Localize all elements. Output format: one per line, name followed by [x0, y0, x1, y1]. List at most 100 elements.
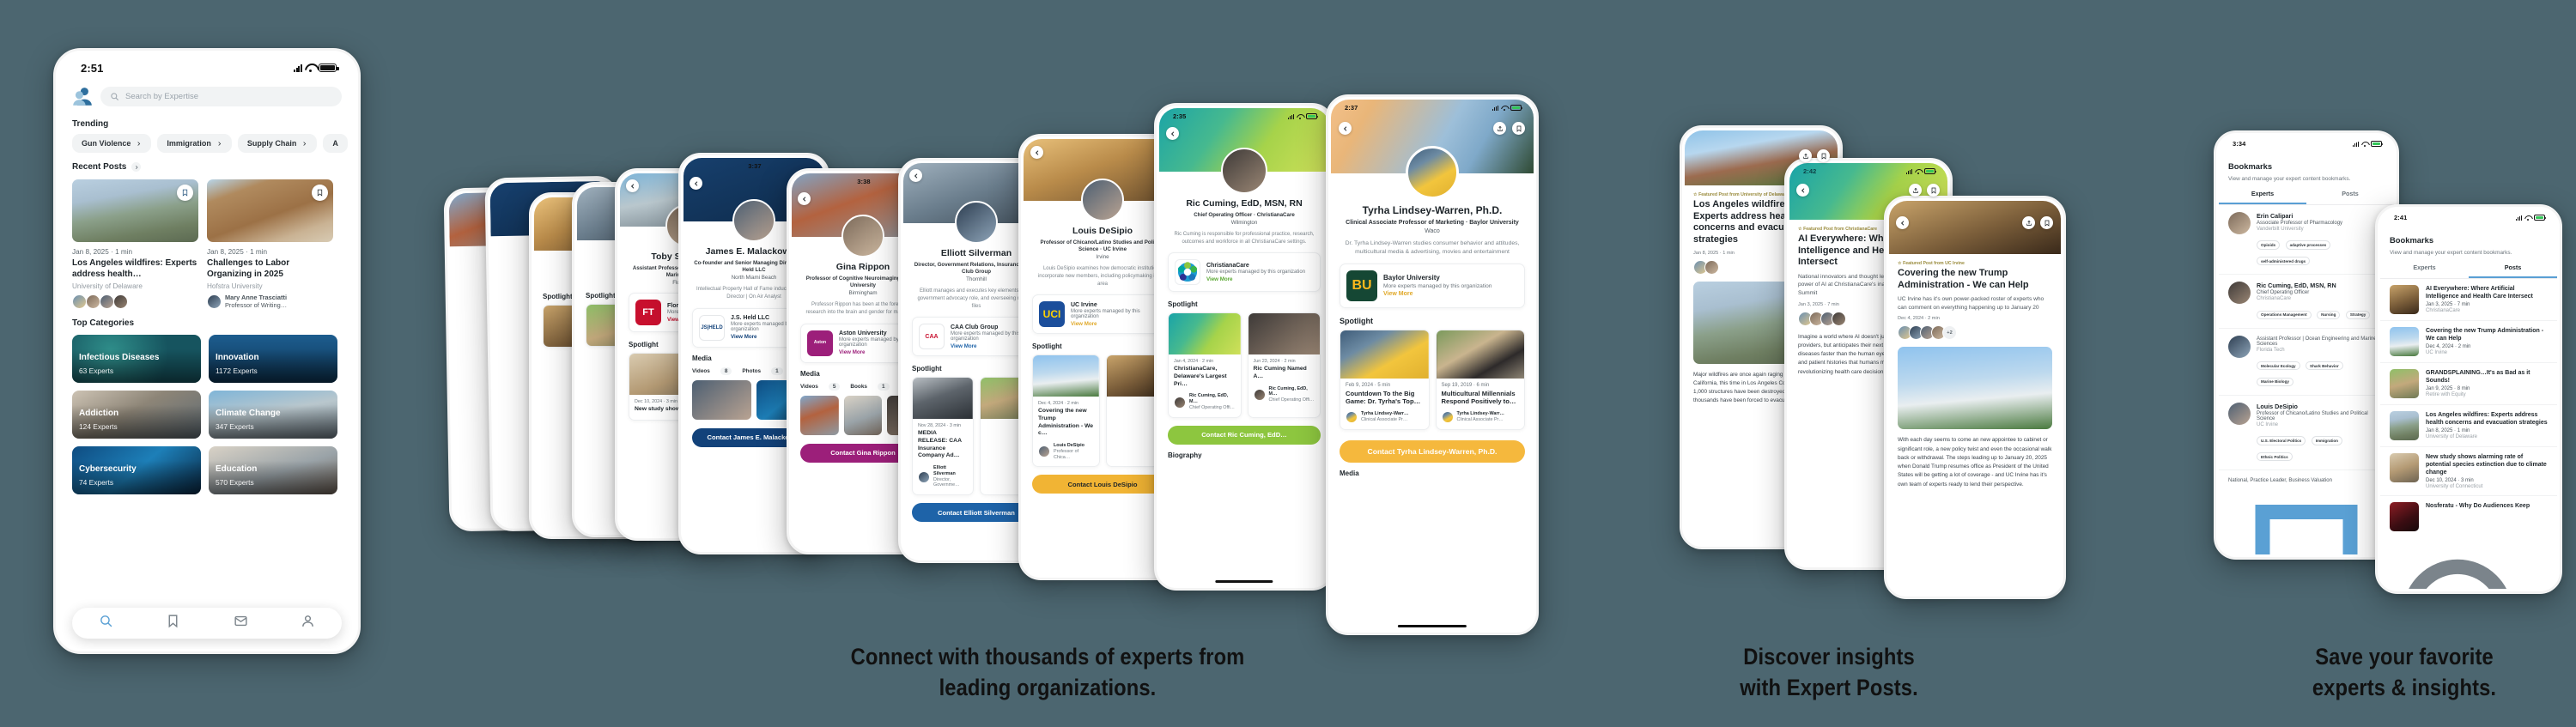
back-button[interactable]	[1030, 146, 1043, 159]
tab-messages[interactable]	[234, 614, 248, 633]
media-thumbnail[interactable]	[843, 395, 883, 435]
org-card[interactable]: ChristianaCare More experts managed by t…	[1168, 252, 1321, 293]
category-card[interactable]: Education 570 Experts	[209, 446, 337, 495]
avatar	[732, 199, 775, 242]
bookmark-button[interactable]	[312, 185, 328, 201]
bookmark-button[interactable]	[177, 185, 193, 201]
category-label: Addiction 124 Experts	[79, 409, 118, 433]
status-icons	[1492, 105, 1523, 111]
tag[interactable]: Ethnic Politics	[2257, 451, 2293, 462]
list-item[interactable]: Sep 19, 2019 · 6 min Multicultural Mille…	[1435, 329, 1525, 430]
back-button[interactable]	[626, 179, 639, 192]
list-item[interactable]: Assistant Professor | Ocean Engineering …	[2219, 329, 2394, 396]
list-item[interactable]: Jan 8, 2025 · 1 min Challenges to Labor …	[207, 179, 333, 310]
list-item[interactable]: Jan 4, 2024 · 2 min ChristianaCare, Dela…	[1168, 312, 1242, 418]
category-label: Innovation 1172 Experts	[216, 353, 259, 378]
category-label: Infectious Diseases 63 Experts	[79, 353, 159, 378]
share-button[interactable]	[1493, 122, 1506, 135]
tag[interactable]: self-administered drugs	[2257, 257, 2311, 266]
tag[interactable]: Operations Management	[2257, 310, 2312, 319]
tag[interactable]: Strategy	[2345, 310, 2371, 319]
list-item[interactable]: Louis DeSipio Professor of Chicano/Latin…	[2219, 396, 2394, 471]
recent-posts-more-button[interactable]	[131, 162, 142, 172]
trending-chip[interactable]: Immigration	[157, 134, 232, 153]
tab-profile[interactable]	[301, 614, 315, 633]
bookmarks-tabs: Experts Posts	[2219, 190, 2394, 205]
avatar	[1221, 148, 1267, 194]
list-item[interactable]: Jan 8, 2025 · 1 min Los Angeles wildfire…	[72, 179, 198, 309]
back-button[interactable]	[690, 177, 702, 190]
post-thumbnail	[1340, 330, 1429, 379]
share-button[interactable]	[1909, 184, 1922, 197]
org-view-more-link[interactable]: View More	[1383, 289, 1492, 297]
list-item[interactable]: Covering the new Trump Administration - …	[2380, 321, 2557, 363]
org-subtitle: More experts managed by this organizatio…	[1206, 270, 1306, 276]
tab-posts[interactable]: Posts	[2469, 264, 2557, 278]
back-button[interactable]	[1796, 184, 1809, 197]
category-card[interactable]: Climate Change 347 Experts	[209, 391, 337, 439]
back-button[interactable]	[1166, 127, 1179, 140]
tab-experts[interactable]: Experts	[2219, 190, 2306, 204]
search-input[interactable]: Search by Expertise	[100, 86, 342, 106]
wifi-icon	[1297, 114, 1303, 119]
caption-line-2: with Expert Posts.	[1740, 674, 1918, 700]
tab-posts[interactable]: Posts	[2306, 190, 2394, 204]
trending-chip[interactable]: Gun Violence	[72, 134, 152, 153]
tag[interactable]: Molecular Ecology	[2257, 361, 2300, 371]
list-item[interactable]: Feb 9, 2024 · 5 min Countdown To the Big…	[1340, 329, 1430, 430]
contact-button[interactable]: Contact Louis DeSipio	[1032, 475, 1173, 494]
org-view-more-link[interactable]: View More	[1206, 275, 1305, 282]
list-item[interactable]: Dec 4, 2024 · 2 min Covering the new Tru…	[1032, 354, 1100, 468]
list-item[interactable]: National, Practice Leader, Business Valu…	[2219, 470, 2394, 490]
trending-chip[interactable]: Supply Chain	[237, 134, 318, 153]
battery-icon	[1306, 113, 1319, 119]
bookmark-button[interactable]	[2040, 216, 2053, 229]
tag[interactable]: Nursing	[2317, 310, 2341, 319]
bookmark-button[interactable]	[1927, 184, 1940, 197]
category-card[interactable]: Innovation 1172 Experts	[209, 335, 337, 384]
expert-org: UC Irvine	[2257, 421, 2279, 427]
list-item[interactable]: Ric Cuming, EdD, MSN, RN Chief Operating…	[2219, 275, 2394, 329]
tab-experts[interactable]: Experts	[2380, 264, 2469, 278]
tag[interactable]: Immigration	[2311, 436, 2342, 445]
profile-avatar-icon[interactable]	[72, 86, 93, 106]
category-card[interactable]: Cybersecurity 74 Experts	[72, 446, 201, 495]
org-logo-icon: BU	[1346, 270, 1377, 301]
bookmark-button[interactable]	[1817, 149, 1830, 162]
back-button[interactable]	[798, 192, 811, 205]
tag[interactable]: Opioids	[2257, 240, 2281, 250]
list-item[interactable]: AI Everywhere: Where Artificial Intellig…	[2380, 279, 2557, 321]
media-count-value: 1	[771, 367, 783, 375]
list-item[interactable]: New study shows alarming rate of potenti…	[2380, 447, 2557, 497]
list-item[interactable]: Nov 28, 2024 · 3 min MEDIA RELEASE: CAA …	[912, 377, 974, 496]
tag[interactable]: U.S. Electoral Politics	[2257, 436, 2306, 445]
tab-bookmarks[interactable]	[166, 614, 180, 633]
org-view-more-link[interactable]: View More	[1071, 319, 1166, 327]
tag[interactable]: adaptive processes	[2285, 240, 2331, 250]
media-thumbnail[interactable]	[692, 379, 751, 420]
list-item[interactable]: Los Angeles wildfires: Experts address h…	[2380, 405, 2557, 447]
contact-button[interactable]: Contact Ric Cuming, EdD…	[1168, 425, 1321, 445]
org-card[interactable]: UCI UC Irvine More experts managed by th…	[1032, 294, 1173, 335]
list-item[interactable]: Jun 23, 2024 · 2 min Ric Cuming Named A……	[1247, 312, 1321, 418]
share-button[interactable]	[1799, 149, 1812, 162]
chevron-left-icon	[802, 196, 805, 202]
tag[interactable]: Shark Behavior	[2306, 361, 2343, 371]
org-card[interactable]: BU Baylor University More experts manage…	[1340, 263, 1525, 308]
bookmark-button[interactable]	[1512, 122, 1525, 135]
list-item[interactable]: Nosferatu - Why Do Audiences Keep	[2380, 496, 2557, 537]
status-bar: 2:42	[1789, 163, 1947, 177]
category-card[interactable]: Infectious Diseases 63 Experts	[72, 335, 201, 384]
contact-button[interactable]: Contact Tyrha Lindsey-Warren, Ph.D.	[1340, 439, 1525, 463]
list-item[interactable]: GRANDSPLAINING…It's as Bad as it Sounds!…	[2380, 363, 2557, 405]
back-button[interactable]	[1896, 216, 1909, 229]
tab-search[interactable]	[99, 614, 113, 633]
list-item[interactable]: Erin Calipari Associate Professor of Pha…	[2219, 205, 2394, 276]
tag[interactable]: Marine Biology	[2257, 377, 2293, 386]
share-button[interactable]	[2022, 216, 2035, 229]
category-card[interactable]: Addiction 124 Experts	[72, 391, 201, 439]
recent-posts-list: Jan 8, 2025 · 1 min Los Angeles wildfire…	[58, 177, 355, 310]
trending-chip[interactable]: A	[323, 134, 348, 153]
back-button[interactable]	[1339, 122, 1352, 135]
media-thumbnail[interactable]	[800, 395, 839, 435]
